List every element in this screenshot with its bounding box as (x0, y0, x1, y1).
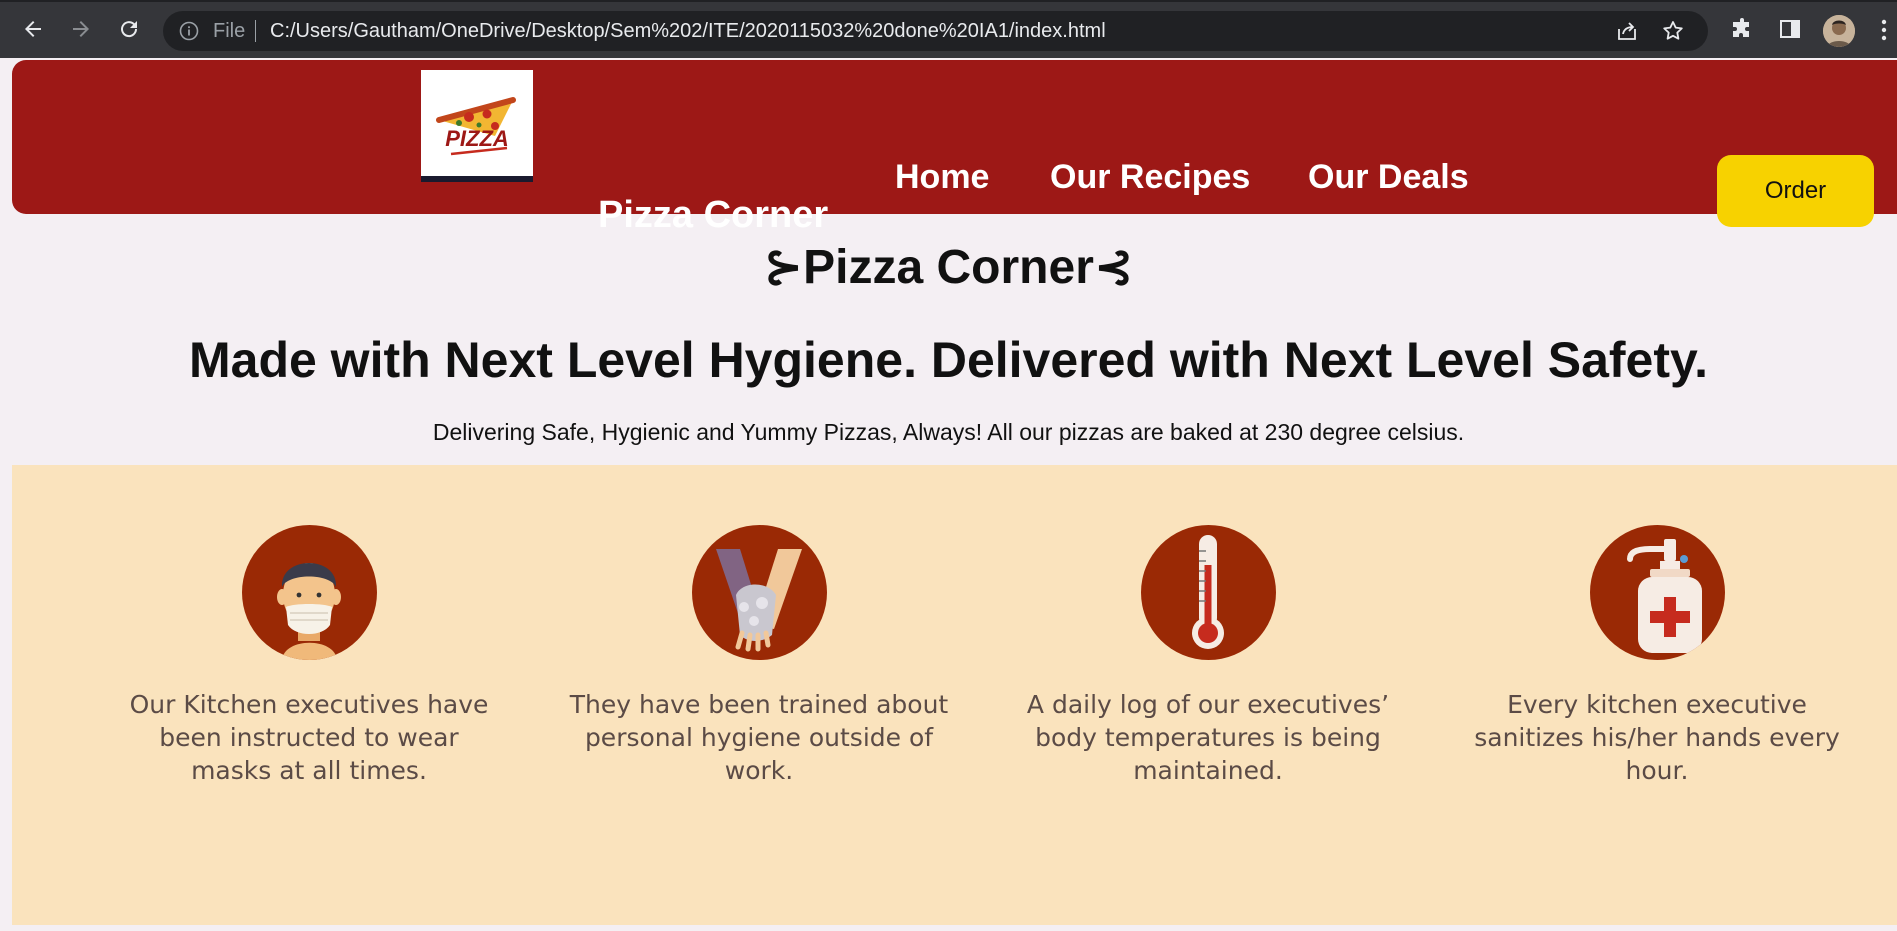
feature-caption: Our Kitchen executives have been instruc… (129, 690, 489, 785)
brand-name[interactable]: Pizza Corner (598, 196, 828, 234)
menu-dots-icon[interactable] (1880, 18, 1888, 47)
feature-masks: Our Kitchen executives have been instruc… (119, 525, 499, 787)
logo-wordmark: PIZZA (445, 126, 509, 151)
feature-caption: Every kitchen executive sanitizes his/he… (1474, 690, 1840, 785)
browser-toolbar: File C:/Users/Gautham/OneDrive/Desktop/S… (0, 0, 1897, 58)
mask-icon (241, 525, 377, 660)
hero-tagline: Made with Next Level Hygiene. Delivered … (188, 332, 1709, 388)
feature-hygiene-training: They have been trained about personal hy… (569, 525, 949, 787)
hygiene-section: Our Kitchen executives have been instruc… (12, 465, 1897, 925)
side-panel-icon[interactable] (1779, 18, 1801, 45)
omnibox-divider (255, 20, 256, 42)
address-bar[interactable]: File C:/Users/Gautham/OneDrive/Desktop/S… (163, 11, 1708, 51)
sanitizer-icon (1589, 525, 1725, 660)
nav-our-deals[interactable]: Our Deals (1308, 160, 1469, 194)
forward-icon[interactable] (67, 15, 95, 43)
bookmark-star-icon[interactable] (1661, 19, 1685, 48)
profile-avatar[interactable] (1823, 15, 1855, 47)
logo-footer-strip (421, 176, 533, 182)
file-scheme-label: File (213, 20, 246, 42)
reload-icon[interactable] (115, 15, 143, 43)
nav-home[interactable]: Home (895, 160, 989, 194)
hand-wash-icon (691, 525, 827, 660)
feature-sanitizing: Every kitchen executive sanitizes his/he… (1467, 525, 1847, 787)
back-icon[interactable] (19, 15, 47, 43)
feature-caption: A daily log of our executives’ body temp… (1026, 690, 1390, 785)
order-button[interactable]: Order (1717, 155, 1874, 227)
feature-caption: They have been trained about personal hy… (569, 690, 949, 785)
feature-temperature-log: A daily log of our executives’ body temp… (1018, 525, 1398, 787)
thermometer-icon (1140, 525, 1276, 660)
extensions-icon[interactable] (1730, 17, 1754, 46)
hero-title: ⊱Pizza Corner⊰ (762, 241, 1135, 294)
url-text[interactable]: C:/Users/Gautham/OneDrive/Desktop/Sem%20… (270, 21, 1106, 41)
hero-subline: Delivering Safe, Hygienic and Yummy Pizz… (432, 419, 1465, 445)
site-header: PIZZA Pizza Corner Home Our Recipes Our … (12, 60, 1897, 234)
share-icon[interactable] (1616, 20, 1638, 47)
pizza-logo[interactable]: PIZZA (421, 70, 533, 182)
info-icon[interactable] (179, 21, 199, 46)
nav-our-recipes[interactable]: Our Recipes (1050, 160, 1250, 194)
